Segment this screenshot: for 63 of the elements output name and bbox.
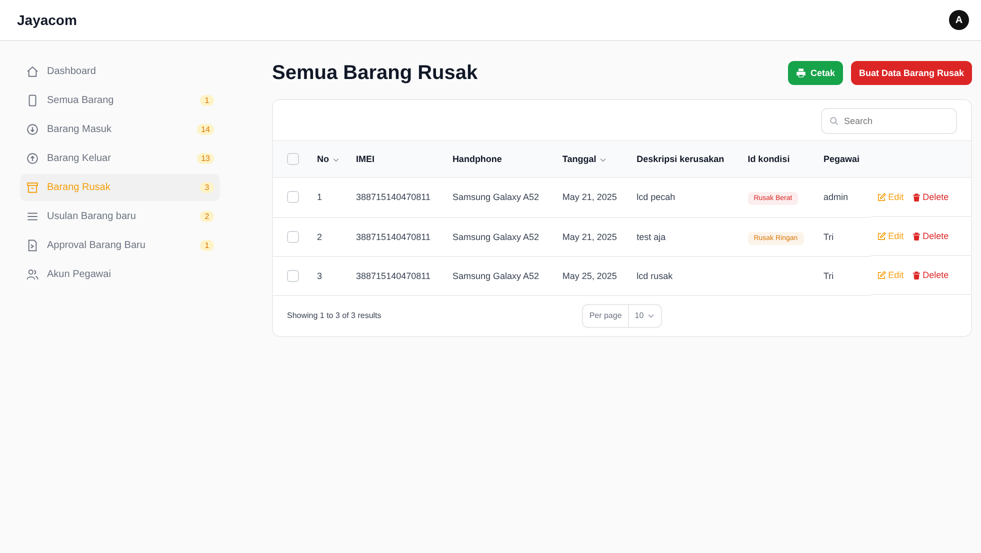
sidebar-item[interactable]: Usulan Barang baru 2 — [20, 203, 220, 230]
chevron-down-icon — [646, 312, 655, 320]
sidebar-item[interactable]: Akun Pegawai — [20, 261, 220, 288]
table-cell: Samsung Galaxy A52 — [452, 270, 539, 280]
search-icon — [829, 116, 839, 126]
table-cell: 3 — [317, 270, 322, 280]
table-cell: Samsung Galaxy A52 — [452, 192, 539, 202]
per-page-select[interactable]: Per page 10 — [582, 304, 662, 328]
table-cell: May 21, 2025 — [562, 192, 617, 202]
row-checkbox[interactable] — [287, 191, 299, 204]
trash-icon — [912, 232, 921, 240]
printer-icon — [796, 68, 806, 78]
table-cell: test aja — [636, 232, 666, 242]
user-avatar[interactable]: A — [949, 10, 969, 30]
table-cell: 388715140470811 — [356, 192, 430, 202]
edit-icon — [877, 232, 886, 240]
table-cell: Tri — [824, 270, 834, 280]
column-header: Handphone — [446, 140, 556, 178]
home-icon — [26, 65, 39, 78]
column-header: Pegawai — [818, 140, 872, 178]
table-cell: lcd pecah — [636, 192, 676, 202]
column-header: IMEI — [350, 140, 446, 178]
results-summary: Showing 1 to 3 of 3 results — [287, 311, 382, 320]
sort-column-header[interactable]: Tanggal — [556, 140, 631, 178]
sidebar-item[interactable]: Approval Barang Baru 1 — [20, 232, 220, 259]
table-cell: 388715140470811 — [356, 232, 430, 242]
edit-icon — [877, 270, 886, 280]
table-cell: 2 — [317, 232, 322, 242]
trash-icon — [912, 192, 921, 202]
brand-name[interactable]: Jayacom — [17, 12, 77, 28]
select-all-checkbox[interactable] — [287, 153, 299, 165]
sort-column-header[interactable]: No — [311, 140, 350, 178]
sidebar-item[interactable]: Dashboard — [20, 58, 220, 85]
archive-icon — [26, 181, 39, 194]
delete-link[interactable]: Delete — [912, 192, 949, 202]
sidebar-item[interactable]: Barang Masuk 14 — [20, 116, 220, 143]
column-header: Id kondisi — [742, 140, 818, 178]
delete-link[interactable]: Delete — [912, 231, 949, 241]
search-field[interactable]: Search — [821, 108, 957, 134]
users-icon — [26, 268, 39, 281]
table-cell: Samsung Galaxy A52 — [452, 232, 539, 242]
table-cell: May 21, 2025 — [562, 232, 617, 242]
print-button[interactable]: Cetak — [788, 61, 843, 85]
table-cell: 388715140470811 — [356, 270, 430, 280]
edit-icon — [877, 192, 886, 202]
sidebar-item[interactable]: Barang Rusak 3 — [20, 174, 220, 201]
column-header: Deskripsi kerusakan — [630, 140, 742, 178]
trash-icon — [912, 270, 921, 280]
document-icon — [26, 239, 39, 252]
table-cell: Tri — [824, 232, 834, 242]
table-cell: 1 — [317, 192, 322, 202]
table-cell: admin — [824, 192, 848, 202]
row-checkbox[interactable] — [287, 230, 299, 242]
page-title: Semua Barang Rusak — [272, 62, 478, 84]
phone-icon — [26, 94, 39, 107]
table-cell: lcd rusak — [636, 270, 673, 280]
delete-link[interactable]: Delete — [912, 270, 949, 280]
row-checkbox[interactable] — [287, 270, 299, 282]
sidebar-item[interactable]: Semua Barang 1 — [20, 87, 220, 114]
table-cell: May 25, 2025 — [562, 270, 617, 280]
list-icon — [26, 210, 39, 223]
sidebar-item[interactable]: Barang Keluar 13 — [20, 145, 220, 172]
create-button[interactable]: Buat Data Barang Rusak — [850, 61, 972, 85]
